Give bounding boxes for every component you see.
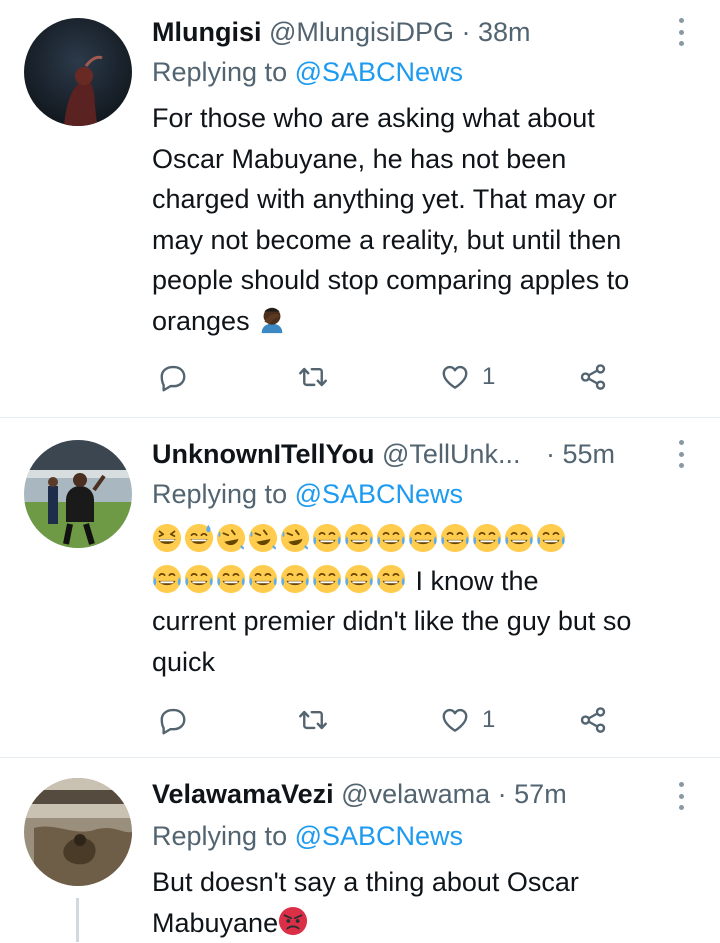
tweet-header: Mlungisi @MlungisiDPG · 38m — [152, 12, 660, 52]
tweet-text: But doesn't say a thing about Oscar Mabu… — [152, 862, 696, 943]
replying-to: Replying to @SABCNews — [152, 52, 463, 92]
joy-emoji — [312, 564, 342, 594]
share-button[interactable] — [578, 700, 608, 740]
more-icon[interactable] — [676, 440, 686, 468]
mention-link[interactable]: @SABCNews — [295, 57, 463, 87]
separator-dot: · — [545, 439, 555, 469]
tweet-body: For those who are asking what about Osca… — [152, 103, 630, 336]
joy-emoji — [472, 523, 502, 553]
share-icon — [578, 705, 608, 735]
user-handle[interactable]: @TellUnk... — [382, 439, 520, 469]
heart-icon — [440, 705, 470, 735]
tweet[interactable]: Mlungisi @MlungisiDPG · 38m Replying to … — [0, 0, 720, 418]
retweet-icon — [298, 705, 328, 735]
joy-emoji — [152, 564, 182, 594]
tweet[interactable]: VelawamaVezi @velawama · 57m Replying to… — [0, 758, 720, 942]
tweet[interactable]: UnknownITellYou @TellUnk... · 55m Replyi… — [0, 418, 720, 758]
heart-icon — [440, 362, 470, 392]
grinning-squint-emoji — [152, 523, 182, 553]
joy-emoji — [376, 564, 406, 594]
reply-button[interactable] — [158, 700, 188, 740]
avatar[interactable] — [24, 18, 132, 126]
facepalm-emoji — [257, 304, 287, 334]
joy-emoji — [280, 564, 310, 594]
mention-link[interactable]: @SABCNews — [295, 821, 463, 851]
joy-emoji — [376, 523, 406, 553]
more-icon[interactable] — [676, 782, 686, 810]
action-bar: 1 — [152, 357, 622, 397]
joy-emoji — [408, 523, 438, 553]
joy-emoji — [344, 564, 374, 594]
rofl-emoji — [216, 523, 246, 553]
share-button[interactable] — [578, 357, 608, 397]
rofl-emoji — [280, 523, 310, 553]
reply-button[interactable] — [158, 357, 188, 397]
user-handle[interactable]: @velawama — [341, 779, 490, 809]
tweet-header: UnknownITellYou @TellUnk... · 55m — [152, 434, 660, 474]
joy-emoji — [440, 523, 470, 553]
replying-to-label: Replying to — [152, 57, 295, 87]
timestamp[interactable]: 55m — [563, 439, 616, 469]
like-button[interactable]: 1 — [440, 700, 495, 740]
separator-dot: · — [497, 779, 507, 809]
tweet-text: For those who are asking what about Osca… — [152, 98, 696, 341]
display-name[interactable]: Mlungisi — [152, 17, 262, 47]
joy-emoji — [184, 564, 214, 594]
angry-face-emoji — [278, 906, 308, 936]
emoji-row — [152, 566, 408, 596]
tweet-text: I know the current premier didn't like t… — [152, 520, 696, 682]
retweet-button[interactable] — [298, 700, 328, 740]
mention-link[interactable]: @SABCNews — [295, 479, 463, 509]
replying-to-label: Replying to — [152, 479, 295, 509]
joy-emoji — [536, 523, 566, 553]
joy-emoji — [216, 564, 246, 594]
action-bar: 1 — [152, 700, 622, 740]
display-name[interactable]: VelawamaVezi — [152, 779, 334, 809]
joy-emoji — [344, 523, 374, 553]
avatar[interactable] — [24, 440, 132, 548]
joy-emoji — [248, 564, 278, 594]
display-name[interactable]: UnknownITellYou — [152, 439, 375, 469]
tweet-header: VelawamaVezi @velawama · 57m — [152, 774, 660, 814]
thread-line — [76, 898, 79, 942]
user-handle[interactable]: @MlungisiDPG — [269, 17, 454, 47]
like-count: 1 — [482, 706, 496, 733]
retweet-button[interactable] — [298, 357, 328, 397]
timestamp[interactable]: 38m — [478, 17, 531, 47]
tweet-body: But doesn't say a thing about Oscar Mabu… — [152, 867, 579, 938]
retweet-icon — [298, 362, 328, 392]
avatar[interactable] — [24, 778, 132, 886]
replying-to: Replying to @SABCNews — [152, 474, 463, 514]
more-icon[interactable] — [676, 18, 686, 46]
reply-icon — [158, 362, 188, 392]
timestamp[interactable]: 57m — [514, 779, 567, 809]
share-icon — [578, 362, 608, 392]
rofl-emoji — [248, 523, 278, 553]
replying-to-label: Replying to — [152, 821, 295, 851]
reply-icon — [158, 705, 188, 735]
joy-emoji — [312, 523, 342, 553]
separator-dot: · — [461, 17, 471, 47]
like-button[interactable]: 1 — [440, 357, 495, 397]
grin-sweat-emoji — [184, 523, 214, 553]
joy-emoji — [504, 523, 534, 553]
like-count: 1 — [482, 363, 496, 390]
replying-to: Replying to @SABCNews — [152, 816, 463, 856]
emoji-row — [152, 525, 568, 555]
